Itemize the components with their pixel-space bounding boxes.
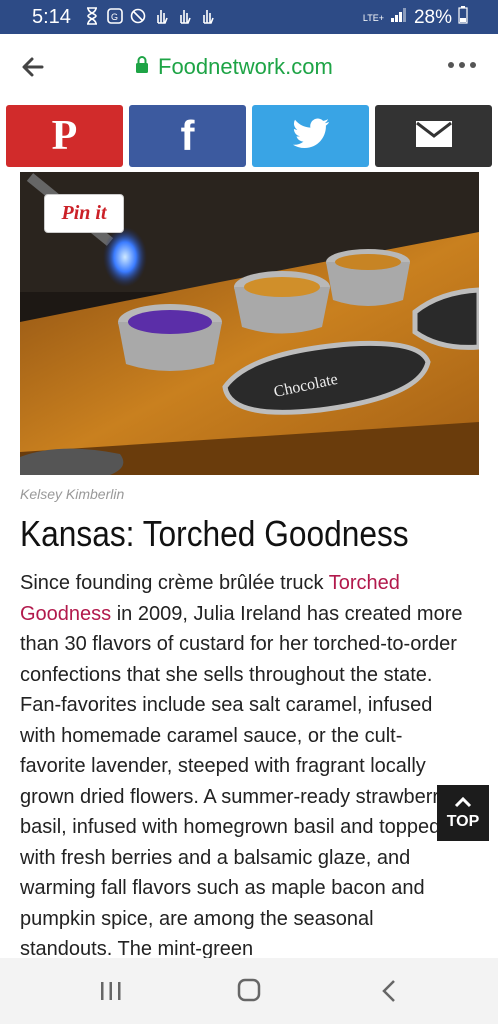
hourglass-icon [84, 7, 100, 25]
photo-credit: Kelsey Kimberlin [20, 486, 125, 502]
browser-toolbar: Foodnetwork.com [0, 34, 498, 101]
status-bar: 5:14 G LTE+ 28% [0, 0, 498, 34]
article-paragraph: Since founding crème brûlée truck Torche… [20, 568, 466, 965]
battery-label: 28% [413, 7, 452, 28]
facebook-icon: f [180, 112, 195, 159]
paragraph-body: in 2009, Julia Ireland has created more … [20, 602, 463, 961]
facebook-share-button[interactable]: f [129, 105, 246, 167]
notification-icon [130, 7, 146, 25]
network-label: LTE+ [362, 12, 384, 23]
twitter-icon [292, 118, 330, 155]
hand-icon [199, 7, 215, 25]
notification-icons: G [84, 7, 215, 25]
address-bar[interactable]: Foodnetwork.com [134, 54, 333, 80]
recent-apps-icon[interactable] [99, 980, 123, 1002]
url-text: Foodnetwork.com [158, 54, 333, 79]
envelope-icon [415, 120, 453, 153]
battery-icon [458, 6, 468, 30]
system-nav-bar [0, 958, 498, 1024]
share-bar: P f [0, 100, 498, 172]
twitter-share-button[interactable] [252, 105, 369, 167]
article-headline: Kansas: Torched Goodness [20, 513, 409, 554]
more-options-icon[interactable] [448, 62, 476, 68]
top-label: TOP [446, 813, 480, 830]
status-time: 5:14 [32, 6, 71, 28]
hand-icon [153, 7, 169, 25]
article-photo: Chocolate Pin it [20, 172, 479, 475]
paragraph-intro: Since founding crème brûlée truck [20, 572, 329, 594]
back-icon[interactable] [381, 979, 397, 1003]
email-share-button[interactable] [375, 105, 492, 167]
svg-text:G: G [111, 12, 118, 22]
home-icon[interactable] [237, 978, 261, 1002]
pinterest-share-button[interactable]: P [6, 105, 123, 167]
status-right: LTE+ 28% [363, 6, 468, 30]
lock-icon [134, 55, 150, 80]
pinterest-icon: P [51, 113, 78, 159]
chevron-up-icon [454, 795, 472, 813]
back-to-top-button[interactable]: TOP [437, 785, 489, 841]
signal-icon [390, 7, 408, 29]
hand-icon [176, 7, 192, 25]
pin-it-button[interactable]: Pin it [44, 194, 124, 233]
app-icon: G [107, 7, 123, 25]
back-arrow-icon[interactable] [20, 54, 46, 80]
